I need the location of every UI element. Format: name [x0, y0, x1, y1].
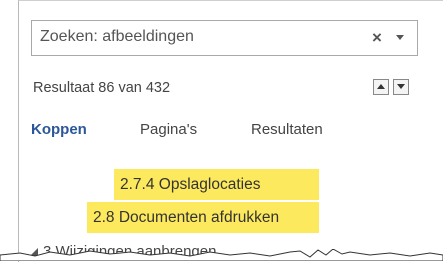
result-count: Resultaat 86 van 432: [33, 80, 171, 96]
tab-koppen[interactable]: Koppen: [31, 121, 87, 138]
heading-item-2-7-4[interactable]: 2.7.4 Opslaglocaties: [114, 169, 319, 200]
triangle-down-icon: [397, 84, 405, 89]
tab-resultaten[interactable]: Resultaten: [251, 121, 323, 138]
previous-result-button[interactable]: [373, 79, 389, 95]
tab-paginas[interactable]: Pagina's: [140, 121, 197, 138]
chevron-down-icon: [396, 35, 404, 40]
heading-item-2-8[interactable]: 2.8 Documenten afdrukken: [87, 202, 319, 233]
torn-edge: [0, 249, 443, 261]
search-input[interactable]: Zoeken: afbeeldingen ×: [31, 20, 418, 56]
triangle-up-icon: [377, 84, 385, 89]
clear-search-button[interactable]: ×: [367, 27, 387, 49]
navigation-pane: Zoeken: afbeeldingen × Resultaat 86 van …: [0, 0, 443, 262]
search-input-value: Zoeken: afbeeldingen: [40, 28, 194, 45]
next-result-button[interactable]: [393, 79, 409, 95]
search-options-dropdown[interactable]: [392, 27, 410, 49]
